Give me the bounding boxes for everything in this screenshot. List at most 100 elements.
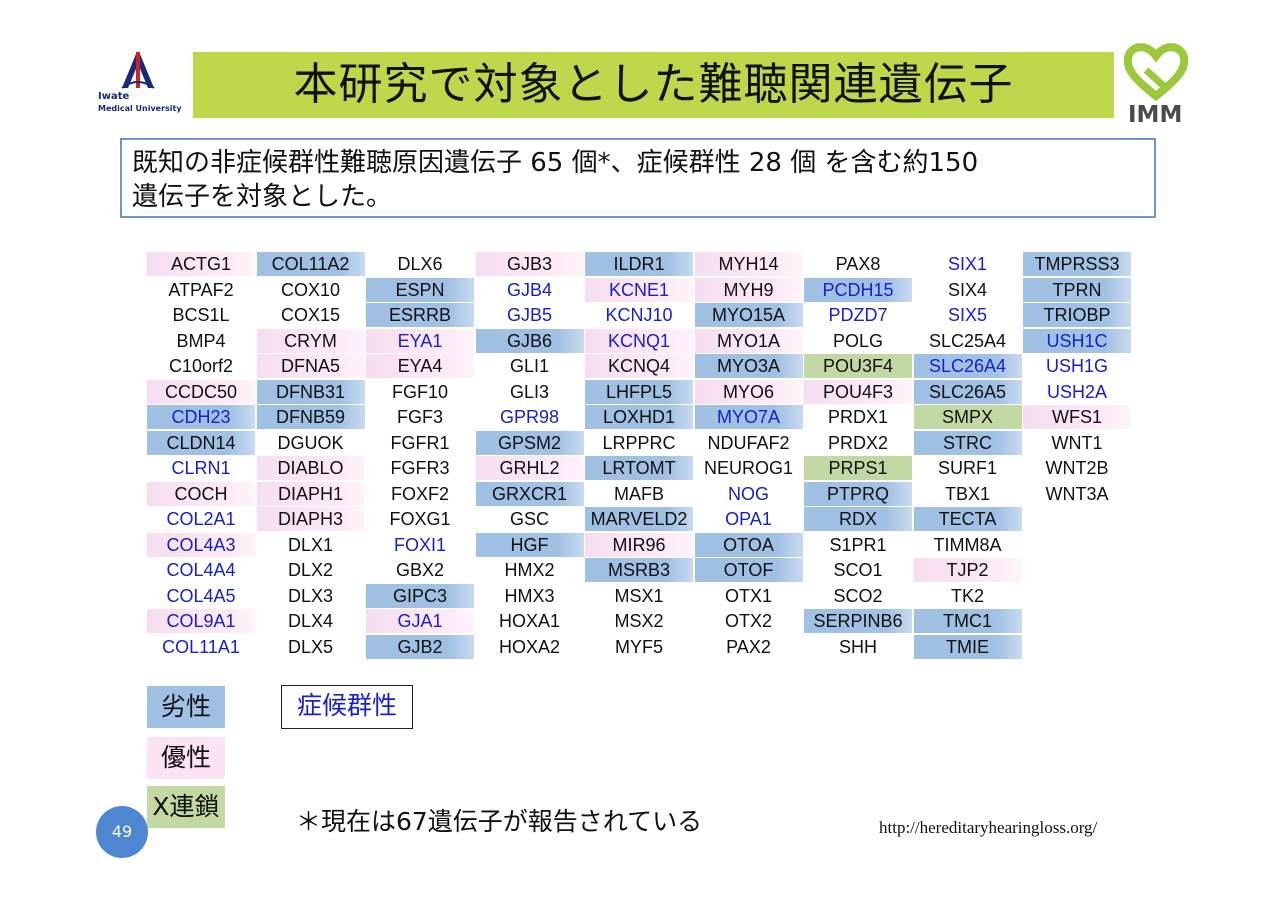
gene-cell: HOXA1 [498, 611, 561, 631]
gene-cell: FOXG1 [389, 509, 451, 529]
gene-cell: SCO1 [833, 560, 883, 580]
legend-recessive: 劣性 [147, 686, 225, 728]
gene-cell: ESPN [366, 277, 474, 302]
gene-cell: FOXI1 [393, 534, 446, 555]
gene-cell: DLX1 [287, 534, 334, 555]
gene-cell: COX10 [280, 279, 341, 300]
page-title: 本研究で対象とした難聴関連遺伝子 [293, 59, 1014, 110]
gene-cell: ESRRB [366, 303, 474, 327]
gene-cell: SHH [838, 636, 877, 657]
gene-cell: KCNQ4 [585, 354, 693, 378]
gene-cell: RDX [804, 507, 912, 531]
gene-cell: MAFB [613, 483, 664, 504]
gene-cell: SMPX [913, 405, 1022, 429]
gene-cell: COL4A5 [166, 585, 236, 606]
gene-cell: ILDR1 [585, 252, 693, 276]
gene-cell: GPSM2 [475, 430, 584, 455]
gene-cell: GJB2 [366, 634, 474, 659]
legend-dominant: 優性 [147, 737, 225, 779]
gene-cell: MYO3A [694, 354, 803, 378]
gene-cell: NOG [727, 483, 769, 504]
gene-cell: TPRN [1023, 277, 1131, 302]
gene-cell: COCH [147, 481, 255, 506]
gene-cell: BCS1L [172, 305, 230, 325]
gene-cell: COL4A3 [147, 532, 255, 557]
gene-cell: CRYM [256, 328, 365, 353]
gene-cell: PCDH15 [804, 277, 912, 302]
gene-cell: HOXA2 [498, 636, 561, 657]
gene-cell: EYA4 [366, 354, 474, 378]
gene-cell: GRHL2 [475, 456, 584, 480]
gene-cell: FOXF2 [390, 483, 449, 504]
gene-cell: LHFPL5 [585, 379, 693, 404]
gene-cell: OTOA [694, 532, 803, 557]
gene-cell: SCO2 [833, 585, 883, 606]
gene-cell: PAX8 [835, 254, 881, 274]
gene-cell: USH2A [1046, 381, 1108, 402]
gene-cell: MIR96 [585, 532, 693, 557]
footnote: ＊現在は67遺伝子が報告されている [296, 807, 703, 836]
gene-cell: GJA1 [366, 609, 474, 633]
gene-cell: GPR98 [499, 407, 560, 427]
heart-ribbon-icon [1123, 43, 1189, 102]
gene-cell: LRTOMT [585, 456, 693, 480]
gene-cell: SIX1 [947, 254, 988, 274]
gene-cell: GRXCR1 [475, 481, 584, 506]
gene-cell: NEUROG1 [703, 458, 793, 478]
gene-cell: FGF3 [396, 407, 443, 427]
gene-cell: GJB4 [506, 279, 553, 300]
iwate-medical-university-logo: Iwate Medical University [92, 50, 184, 120]
gene-cell: PRDX1 [827, 407, 889, 427]
gene-cell: OTX2 [724, 611, 772, 631]
page-number-badge: 49 [96, 806, 148, 858]
gene-cell: TRIOBP [1023, 303, 1131, 327]
gene-cell: GJB3 [475, 252, 584, 276]
gene-cell: FGFR3 [390, 458, 450, 478]
gene-cell: C10orf2 [168, 356, 234, 376]
gene-cell: TMIE [913, 634, 1022, 659]
gene-cell: ATPAF2 [168, 279, 234, 300]
gene-cell: GLI1 [509, 356, 550, 376]
gene-cell: MSRB3 [585, 558, 693, 582]
gene-cell: COX15 [280, 305, 341, 325]
gene-cell: DLX6 [397, 254, 443, 274]
gene-cell: SERPINB6 [804, 609, 912, 633]
gene-cell: TJP2 [913, 558, 1022, 582]
imm-logo: IMM [1120, 40, 1192, 132]
logo-text-medical-university: Medical University [98, 104, 182, 113]
gene-cell: TIMM8A [933, 534, 1002, 555]
summary-line-1: 既知の非症候群性難聴原因遺伝子 65 個*、症候群性 28 個 を含む約150 [132, 148, 979, 178]
gene-cell: ACTG1 [147, 252, 255, 276]
gene-cell: TMPRSS3 [1023, 252, 1131, 276]
gene-cell: MSX1 [614, 585, 664, 606]
imm-logo-text: IMM [1128, 102, 1183, 128]
gene-cell: DFNB31 [256, 379, 365, 404]
gene-cell: OTOF [694, 558, 803, 582]
gene-cell: NDUFAF2 [707, 432, 790, 453]
gene-cell: HMX3 [504, 585, 555, 606]
gene-cell: POLG [832, 330, 884, 351]
gene-cell: SIX4 [947, 279, 988, 300]
gene-cell: USH1G [1045, 356, 1108, 376]
gene-cell: SIX5 [947, 305, 988, 325]
gene-cell: TBX1 [944, 483, 991, 504]
gene-cell: MYO7A [694, 405, 803, 429]
gene-cell: MYO15A [694, 303, 803, 327]
gene-cell: CLDN14 [147, 430, 255, 455]
gene-cell: DLX3 [287, 585, 334, 606]
gene-cell: LRPPRC [602, 432, 676, 453]
gene-cell: CCDC50 [147, 379, 255, 404]
gene-cell: CLRN1 [171, 458, 231, 478]
gene-cell: FGFR1 [390, 432, 450, 453]
gene-cell: PTPRQ [804, 481, 912, 506]
gene-cell: TMC1 [913, 609, 1022, 633]
gene-cell: DFNB59 [256, 405, 365, 429]
gene-cell: GJB5 [506, 305, 553, 325]
gene-cell: KCNJ10 [605, 305, 673, 325]
gene-cell: TK2 [950, 585, 984, 606]
gene-cell: OPA1 [725, 509, 772, 529]
title-bar: 本研究で対象とした難聴関連遺伝子 [193, 52, 1114, 118]
legend-x-linked: X連鎖 [147, 786, 225, 828]
gene-cell: SLC26A5 [913, 379, 1022, 404]
gene-cell: DIABLO [256, 456, 365, 480]
